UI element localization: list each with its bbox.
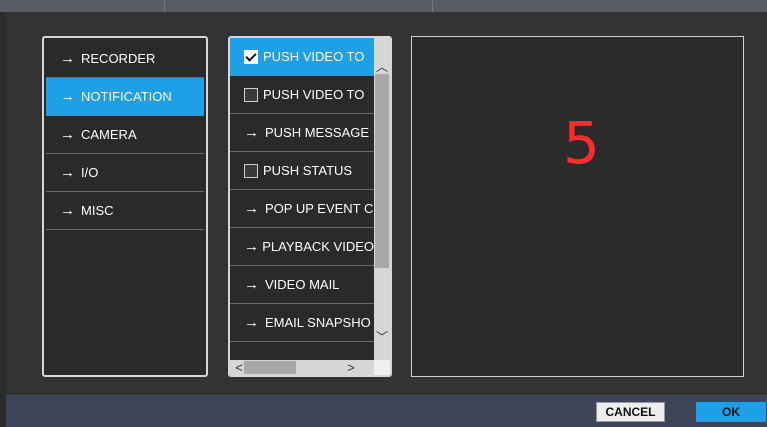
arrow-right-icon: → — [60, 88, 75, 105]
menu-item-label: I/O — [81, 165, 99, 180]
arrow-right-icon: → — [244, 276, 259, 293]
option-push-video-1[interactable]: PUSH VIDEO TO — [230, 38, 374, 76]
menu-item-label: MISC — [81, 203, 114, 218]
arrow-right-icon: → — [60, 202, 75, 219]
option-partial-row[interactable] — [230, 342, 374, 360]
arrow-right-icon: → — [60, 164, 75, 181]
menu-item-recorder[interactable]: → RECORDER — [46, 40, 204, 78]
arrow-right-icon: → — [244, 238, 259, 255]
option-video-mail[interactable]: → VIDEO MAIL — [230, 266, 374, 304]
toolbar-divider — [164, 0, 165, 12]
checkbox-unchecked-icon[interactable] — [244, 87, 258, 102]
option-push-video-2[interactable]: PUSH VIDEO TO — [230, 76, 374, 114]
category-menu: → RECORDER → NOTIFICATION → CAMERA → I/O… — [42, 36, 208, 377]
checkbox-unchecked-icon[interactable] — [244, 163, 258, 178]
chevron-down-icon[interactable]: ﹀ — [375, 330, 389, 344]
chevron-up-icon[interactable]: ︿ — [375, 60, 389, 74]
scrollbar-thumb[interactable] — [375, 74, 389, 268]
vertical-scrollbar[interactable]: ︿ ﹀ — [374, 38, 390, 360]
option-label: PUSH STATUS — [263, 163, 353, 178]
option-label: VIDEO MAIL — [265, 277, 340, 292]
scrollbar-thumb[interactable] — [244, 361, 296, 374]
detail-panel: 5 — [411, 36, 744, 377]
arrow-right-icon: → — [244, 200, 259, 217]
option-label: PUSH MESSAGE — [265, 125, 370, 140]
menu-item-label: NOTIFICATION — [81, 89, 172, 104]
top-toolbar-strip — [0, 0, 767, 12]
checkbox-checked-icon[interactable] — [244, 49, 258, 64]
option-pop-up-event[interactable]: → POP UP EVENT C — [230, 190, 374, 228]
option-playback-video[interactable]: → PLAYBACK VIDEO — [230, 228, 374, 266]
chevron-right-icon[interactable]: > — [344, 360, 358, 375]
arrow-right-icon: → — [244, 314, 259, 331]
option-email-snapshot[interactable]: → EMAIL SNAPSHO — [230, 304, 374, 342]
menu-item-label: CAMERA — [81, 127, 137, 142]
arrow-right-icon: → — [60, 50, 75, 67]
cancel-button[interactable]: CANCEL — [596, 402, 665, 422]
option-label: PUSH VIDEO TO — [263, 49, 365, 64]
menu-item-label: RECORDER — [81, 51, 156, 66]
arrow-right-icon: → — [244, 124, 259, 141]
option-label: PLAYBACK VIDEO — [262, 239, 374, 254]
menu-item-io[interactable]: → I/O — [46, 154, 204, 192]
notification-options-list: PUSH VIDEO TO PUSH VIDEO TO → PUSH MESSA… — [228, 36, 392, 377]
option-label: PUSH VIDEO TO — [263, 87, 365, 102]
annotation-number: 5 — [563, 109, 600, 177]
menu-item-notification[interactable]: → NOTIFICATION — [46, 78, 204, 116]
toolbar-divider — [432, 0, 433, 12]
menu-item-misc[interactable]: → MISC — [46, 192, 204, 230]
option-label: POP UP EVENT C — [265, 201, 374, 216]
horizontal-scrollbar[interactable]: < > — [230, 360, 374, 375]
scrollbar-corner — [374, 360, 390, 375]
arrow-right-icon: → — [60, 126, 75, 143]
menu-item-camera[interactable]: → CAMERA — [46, 116, 204, 154]
option-label: EMAIL SNAPSHO — [265, 315, 371, 330]
ok-button[interactable]: OK — [696, 402, 766, 422]
option-push-message[interactable]: → PUSH MESSAGE — [230, 114, 374, 152]
option-push-status[interactable]: PUSH STATUS — [230, 152, 374, 190]
